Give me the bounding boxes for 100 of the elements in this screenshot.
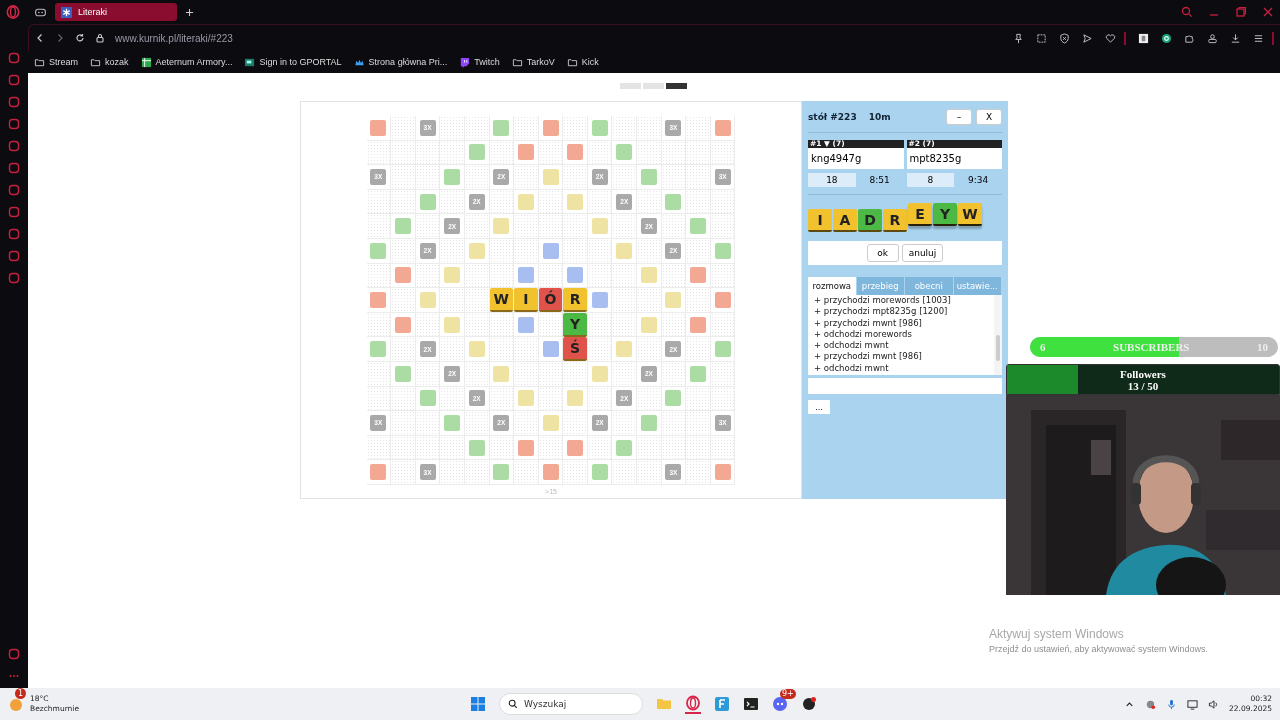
sidebar-app-icon[interactable] bbox=[8, 96, 20, 108]
sidebar-app-icon[interactable] bbox=[8, 140, 20, 152]
bookmark[interactable]: Stream bbox=[34, 56, 78, 68]
close-icon[interactable] bbox=[1262, 6, 1274, 18]
account-icon[interactable] bbox=[1207, 32, 1218, 44]
rack-tile[interactable]: R bbox=[883, 209, 907, 232]
bookmark[interactable]: Sign in to GPORTAL bbox=[244, 56, 342, 68]
board-square[interactable] bbox=[587, 116, 613, 141]
board-square[interactable] bbox=[391, 312, 416, 338]
board-square[interactable] bbox=[489, 116, 515, 141]
sidebar-app-icon[interactable] bbox=[8, 206, 20, 218]
board-square[interactable] bbox=[366, 460, 392, 485]
pin-icon[interactable] bbox=[1013, 32, 1024, 44]
page-nav-button[interactable] bbox=[620, 83, 641, 89]
board-square[interactable] bbox=[514, 263, 539, 289]
board-square[interactable] bbox=[563, 140, 588, 166]
board-square[interactable] bbox=[514, 312, 539, 338]
reload-icon[interactable] bbox=[75, 33, 85, 43]
speaker-icon[interactable] bbox=[1208, 698, 1220, 710]
send-icon[interactable] bbox=[1082, 32, 1093, 44]
rack-tile[interactable]: W bbox=[958, 203, 982, 226]
bookmark[interactable]: Strona główna Pri... bbox=[353, 56, 448, 68]
board-square[interactable] bbox=[366, 238, 392, 264]
board-square[interactable] bbox=[710, 337, 736, 362]
microphone-icon[interactable] bbox=[1166, 698, 1178, 710]
board-square[interactable] bbox=[366, 288, 392, 313]
bookmark[interactable]: Twitch bbox=[459, 56, 500, 68]
app-icon[interactable] bbox=[801, 696, 817, 712]
board-square[interactable] bbox=[563, 435, 588, 461]
download-icon[interactable] bbox=[1230, 32, 1241, 44]
page-nav-button[interactable] bbox=[643, 83, 664, 89]
new-tab-icon[interactable] bbox=[185, 7, 194, 17]
sidebar-app-icon[interactable] bbox=[8, 272, 20, 284]
panel-tab[interactable]: przebieg bbox=[856, 277, 905, 295]
board-square[interactable] bbox=[440, 411, 465, 436]
windows-logo-icon[interactable] bbox=[470, 696, 486, 712]
weather-icon[interactable] bbox=[8, 696, 24, 712]
board-square[interactable] bbox=[489, 460, 515, 485]
panel-tab[interactable]: rozmowa bbox=[808, 277, 857, 295]
extension-icon[interactable] bbox=[1138, 32, 1149, 44]
snapshot-icon[interactable] bbox=[1036, 32, 1047, 44]
board-square[interactable] bbox=[391, 361, 416, 387]
sidebar-app-icon[interactable] bbox=[8, 52, 20, 64]
board-square[interactable] bbox=[637, 411, 662, 436]
action-button[interactable]: anuluj bbox=[901, 244, 944, 262]
board-square[interactable] bbox=[637, 165, 662, 190]
board-square[interactable] bbox=[686, 312, 711, 338]
forward-icon[interactable] bbox=[55, 33, 65, 43]
extension-icon[interactable] bbox=[1161, 32, 1172, 44]
board-square[interactable] bbox=[587, 288, 613, 313]
scrollbar[interactable] bbox=[994, 295, 1002, 375]
sidebar-app-icon[interactable] bbox=[8, 118, 20, 130]
puzzle-icon[interactable] bbox=[1184, 32, 1195, 44]
board-square[interactable] bbox=[514, 435, 539, 461]
board-square[interactable] bbox=[366, 337, 392, 362]
browser-logo-icon[interactable] bbox=[685, 694, 701, 714]
board-square[interactable] bbox=[686, 361, 711, 387]
bookmark[interactable]: TarkoV bbox=[511, 56, 555, 68]
antivirus-icon[interactable] bbox=[1145, 698, 1157, 710]
page-nav-button[interactable] bbox=[666, 83, 687, 89]
board-square[interactable] bbox=[710, 288, 736, 313]
board-square[interactable] bbox=[710, 116, 736, 141]
board-square[interactable] bbox=[440, 165, 465, 190]
bookmark[interactable]: Aeternum Armory... bbox=[140, 56, 233, 68]
rack-tile[interactable]: Y bbox=[933, 203, 957, 226]
panel-tab[interactable]: obecni bbox=[905, 277, 954, 295]
back-icon[interactable] bbox=[35, 33, 45, 43]
sidebar-app-icon[interactable] bbox=[8, 648, 20, 660]
board-square[interactable] bbox=[563, 263, 588, 289]
bookmark[interactable]: kozak bbox=[90, 56, 129, 68]
url-field[interactable]: www.kurnik.pl/literaki/#223 bbox=[115, 32, 233, 44]
shield-icon[interactable] bbox=[1059, 32, 1070, 44]
chat-input[interactable] bbox=[808, 378, 1002, 394]
action-button[interactable]: ok bbox=[866, 244, 899, 262]
board-square[interactable] bbox=[612, 140, 638, 166]
window-button[interactable]: – bbox=[946, 109, 972, 125]
chat-app-icon[interactable] bbox=[772, 696, 788, 712]
sidebar-app-icon[interactable] bbox=[8, 184, 20, 196]
board-square[interactable] bbox=[538, 460, 564, 485]
heart-icon[interactable] bbox=[1105, 32, 1116, 44]
rack-tile[interactable]: E bbox=[908, 203, 932, 226]
more-button[interactable]: ... bbox=[808, 400, 830, 414]
menu-icon[interactable] bbox=[1253, 32, 1264, 44]
rack-tile[interactable]: A bbox=[833, 209, 857, 232]
panel-tab[interactable]: ustawie... bbox=[953, 277, 1002, 295]
sidebar-app-icon[interactable] bbox=[8, 250, 20, 262]
board-square[interactable] bbox=[686, 263, 711, 289]
browser-tab[interactable]: Literaki bbox=[55, 3, 177, 21]
bookmark[interactable]: Kick bbox=[566, 56, 599, 68]
board-square[interactable] bbox=[538, 337, 564, 362]
rack-tile[interactable]: I bbox=[808, 209, 832, 232]
window-button[interactable]: X bbox=[976, 109, 1002, 125]
maximize-icon[interactable] bbox=[1235, 6, 1247, 18]
search-icon[interactable] bbox=[1181, 6, 1193, 18]
board-square[interactable] bbox=[391, 214, 416, 239]
board-square[interactable] bbox=[710, 460, 736, 485]
terminal-icon[interactable] bbox=[743, 696, 759, 712]
board-square[interactable] bbox=[538, 116, 564, 141]
browser-logo-icon[interactable] bbox=[6, 5, 20, 19]
search-field[interactable]: Wyszukaj bbox=[499, 693, 643, 715]
